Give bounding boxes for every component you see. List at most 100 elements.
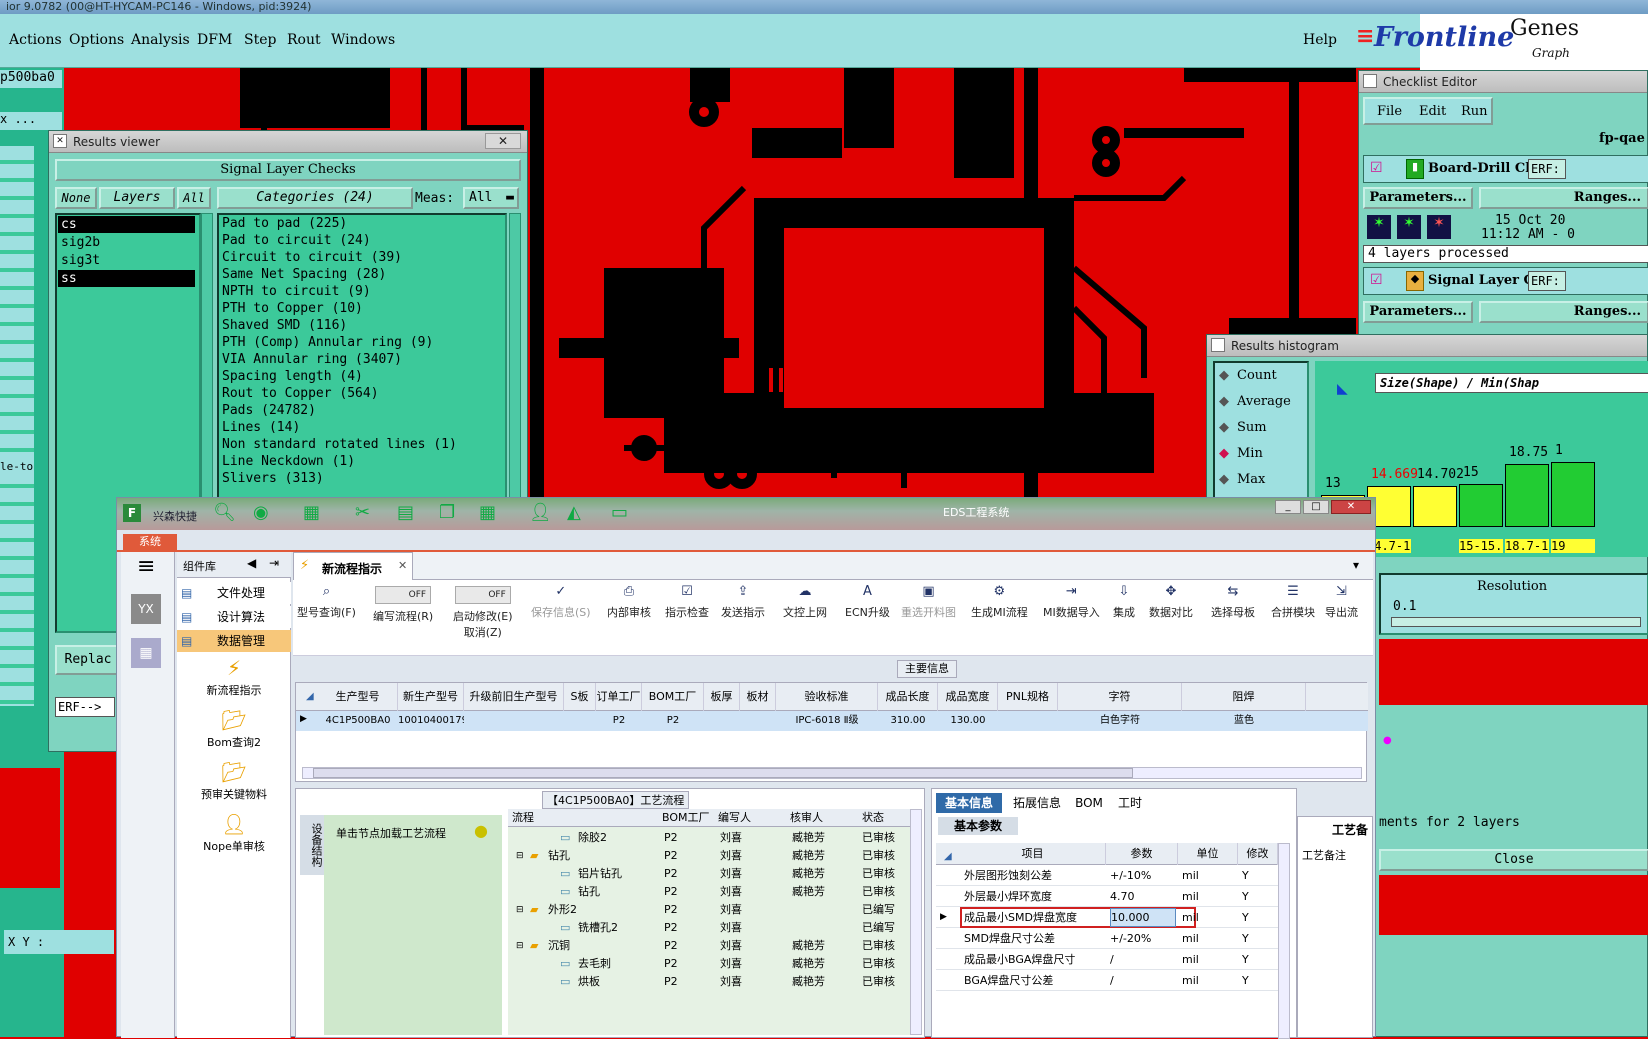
grid-cell[interactable]: 白色字符: [1058, 711, 1182, 731]
info-tab[interactable]: BOM: [1072, 793, 1106, 813]
grid-cell[interactable]: P2: [596, 711, 642, 731]
tree-row[interactable]: ⊟ ▰ 沉铜 P2 刘喜 臧艳芳 已审核: [508, 937, 912, 955]
param-header-cell[interactable]: 参数: [1106, 843, 1178, 865]
search-icon[interactable]: 🔍︎: [213, 502, 236, 523]
param-scrollbar[interactable]: [1278, 843, 1290, 1039]
param-row[interactable]: ▶ 成品最小SMD焊盘宽度 10.000 mil Y: [936, 907, 1286, 928]
checkbox-icon[interactable]: ☑: [1370, 272, 1383, 288]
replace-button[interactable]: Replac: [55, 645, 121, 675]
category-item[interactable]: Lines (14): [219, 419, 505, 436]
run-icon[interactable]: ✶: [1427, 215, 1451, 239]
grid-header-cell[interactable]: 升级前旧生产型号: [464, 683, 564, 711]
menu-windows[interactable]: Windows: [331, 32, 395, 48]
parameters-button[interactable]: Parameters...: [1363, 301, 1473, 323]
library-item[interactable]: ▤ 数据管理: [177, 630, 291, 652]
parameters-button[interactable]: Parameters...: [1363, 187, 1473, 209]
tree-header-cell[interactable]: 状态: [858, 809, 912, 827]
toolbar-button-13[interactable]: ✥ 数据对比: [1149, 584, 1193, 620]
vertical-tab[interactable]: 设备结构: [300, 815, 324, 875]
grid-header-cell[interactable]: 订单工厂: [596, 683, 642, 711]
param-value[interactable]: 10.000: [1110, 908, 1176, 927]
toggle-switch[interactable]: OFF: [454, 586, 511, 604]
info-tab[interactable]: 基本信息: [936, 793, 1002, 813]
grid-header-cell[interactable]: 成品长度: [878, 683, 938, 711]
erf-field[interactable]: ERF-->: [55, 697, 115, 717]
param-value[interactable]: 4.70: [1110, 886, 1176, 907]
checkbox-icon[interactable]: ☑: [1370, 160, 1383, 176]
grid-cell[interactable]: 130.00: [938, 711, 998, 731]
process-tree[interactable]: 流程 BOM工厂 编写人 核审人 状态 ▭ 除胶2 P2 刘喜 臧艳芳 已审核 ⊟ ▰ 钻孔 P2 刘喜 臧艳…: [508, 809, 912, 1035]
param-row[interactable]: 成品最小BGA焊盘尺寸 / mil Y: [936, 949, 1286, 970]
grid-hscrollbar[interactable]: [302, 767, 1362, 779]
main-grid[interactable]: ◢ 生产型号 新生产型号 升级前旧生产型号 S板 订单工厂 BOM工厂 板厚 板材 验收标准 成品长…: [295, 682, 1368, 782]
arrow-left-icon[interactable]: ◀: [247, 556, 256, 570]
tree-header-cell[interactable]: BOM工厂: [658, 809, 714, 827]
grid-header-cell[interactable]: 字符: [1058, 683, 1182, 711]
param-row[interactable]: 外层图形蚀刻公差 +/-10% mil Y: [936, 865, 1286, 886]
ranges-button[interactable]: Ranges...: [1479, 187, 1648, 209]
grid-header-cell[interactable]: PNL规格: [998, 683, 1058, 711]
grid-header-cell[interactable]: 新生产型号: [398, 683, 464, 711]
close-button[interactable]: Close: [1379, 849, 1648, 871]
toolbar-button-7[interactable]: ☁ 文控上网: [783, 584, 827, 620]
calculator-icon[interactable]: ▦: [131, 638, 161, 668]
category-item[interactable]: Rout to Copper (564): [219, 385, 505, 402]
grid-cell[interactable]: [464, 711, 564, 731]
param-value[interactable]: +/-10%: [1110, 865, 1176, 886]
radio-icon[interactable]: ◆: [1219, 441, 1229, 467]
category-item[interactable]: PTH (Comp) Annular ring (9): [219, 334, 505, 351]
menu-analysis[interactable]: Analysis: [131, 32, 190, 48]
film-icon[interactable]: ▤: [397, 502, 414, 523]
menu-edit[interactable]: Edit: [1419, 104, 1446, 119]
grid-icon[interactable]: ▦: [303, 502, 320, 523]
grid-cell[interactable]: [998, 711, 1058, 731]
maximize-icon[interactable]: □: [1303, 500, 1329, 514]
tree-header-cell[interactable]: 核审人: [786, 809, 858, 827]
globe-icon[interactable]: ◉: [253, 502, 269, 523]
monitor-icon[interactable]: ▭: [611, 502, 628, 523]
tree-scrollbar[interactable]: [910, 809, 922, 1035]
grid-data-row[interactable]: ▶ 4C1P500BA010010400179427 P2P2 IPC-6018 Ⅱ级…: [296, 711, 1368, 731]
toolbar-button-4[interactable]: ⎙ 内部审核: [607, 584, 651, 620]
meas-select[interactable]: All ▬: [463, 187, 519, 209]
grid-header-cell[interactable]: 成品宽度: [938, 683, 998, 711]
tree-row[interactable]: ⊟ ▰ 钻孔 P2 刘喜 臧艳芳 已审核: [508, 847, 912, 865]
grid-cell[interactable]: [740, 711, 776, 731]
radio-icon[interactable]: ◆: [1219, 415, 1229, 441]
menu-actions[interactable]: Actions: [9, 32, 62, 48]
layer-menu[interactable]: x ...: [0, 112, 62, 130]
category-item[interactable]: NPTH to circuit (9): [219, 283, 505, 300]
grid-cell[interactable]: 4C1P500BA0: [318, 711, 398, 731]
param-header-cell[interactable]: 修改: [1238, 843, 1278, 865]
resolution-slider[interactable]: [1391, 617, 1641, 627]
copy-icon[interactable]: ❐: [439, 502, 455, 523]
param-row[interactable]: BGA焊盘尺寸公差 / mil Y: [936, 970, 1286, 991]
none-button[interactable]: None: [55, 187, 97, 209]
category-item[interactable]: Line Neckdown (1): [219, 453, 505, 470]
toolbar-button-10[interactable]: ⚙ 生成MI流程: [971, 584, 1028, 620]
toolbar-button-1[interactable]: OFF 编写流程(R): [373, 584, 433, 624]
side-item[interactable]: ⚡ 新流程指示: [177, 656, 291, 704]
menu-dfm[interactable]: DFM: [197, 32, 232, 48]
close-icon[interactable]: ✕: [1331, 500, 1371, 514]
tree-row[interactable]: ⊟ ▰ 外形2 P2 刘喜 已编写: [508, 901, 912, 919]
toolbar-button-8[interactable]: A ECN升级: [845, 584, 890, 620]
layer-item[interactable]: cs: [58, 216, 195, 233]
category-item[interactable]: Same Net Spacing (28): [219, 266, 505, 283]
layer-buttons[interactable]: [0, 146, 34, 706]
menu-rout[interactable]: Rout: [287, 32, 321, 48]
dock-icon[interactable]: ⇥: [269, 556, 279, 570]
grid-header-cell[interactable]: BOM工厂: [642, 683, 704, 711]
info-tab[interactable]: 工时: [1110, 793, 1150, 813]
collapse-icon[interactable]: ⊟: [516, 901, 524, 919]
layer-item[interactable]: sig2b: [58, 234, 195, 251]
category-item[interactable]: Pad to pad (225): [219, 215, 505, 232]
user-icon[interactable]: 👤︎: [529, 502, 552, 523]
grid-cell[interactable]: [704, 711, 740, 731]
erf-button[interactable]: ERF:: [1528, 271, 1566, 291]
stat-option[interactable]: ◆ Sum: [1215, 415, 1307, 441]
side-item[interactable]: 👤︎ Nope单审核: [177, 812, 291, 860]
ranges-button[interactable]: Ranges...: [1479, 301, 1648, 323]
tree-row[interactable]: ▭ 钻孔 P2 刘喜 臧艳芳 已审核: [508, 883, 912, 901]
param-row[interactable]: 外层最小焊环宽度 4.70 mil Y: [936, 886, 1286, 907]
